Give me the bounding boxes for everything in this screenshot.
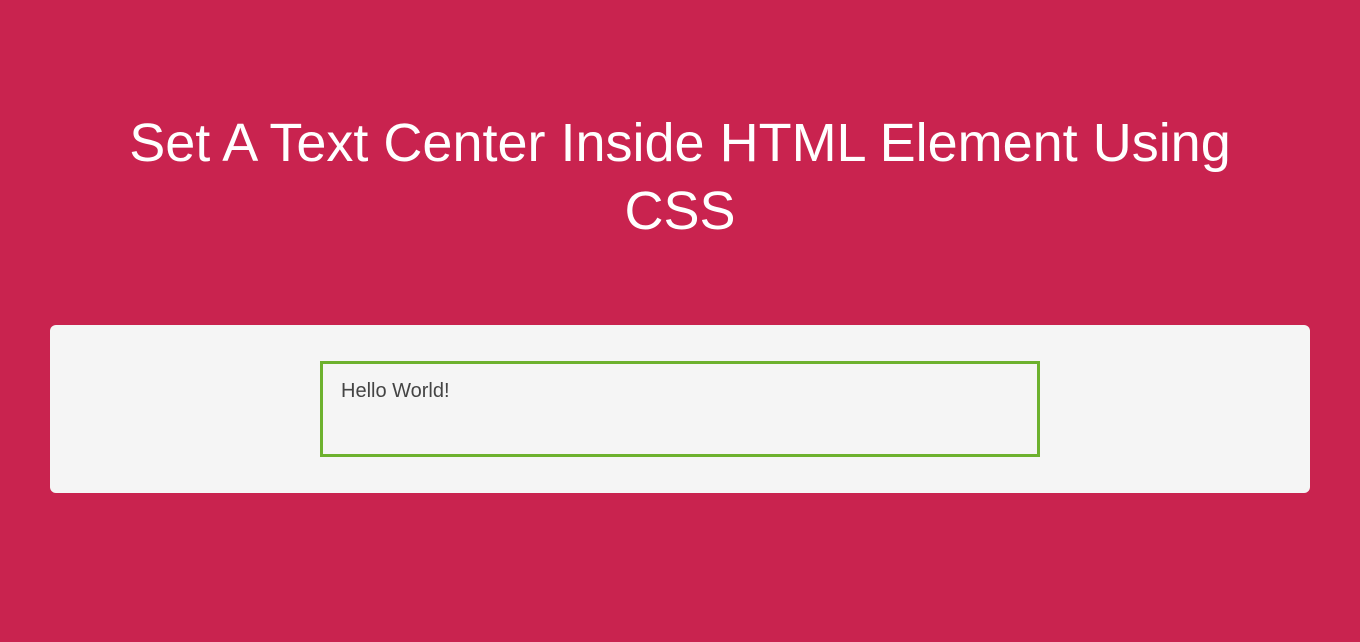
page-title: Set A Text Center Inside HTML Element Us…: [0, 0, 1360, 305]
demo-box-text: Hello World!: [341, 380, 450, 403]
demo-box: Hello World!: [320, 361, 1040, 457]
content-card: Hello World!: [50, 325, 1310, 493]
